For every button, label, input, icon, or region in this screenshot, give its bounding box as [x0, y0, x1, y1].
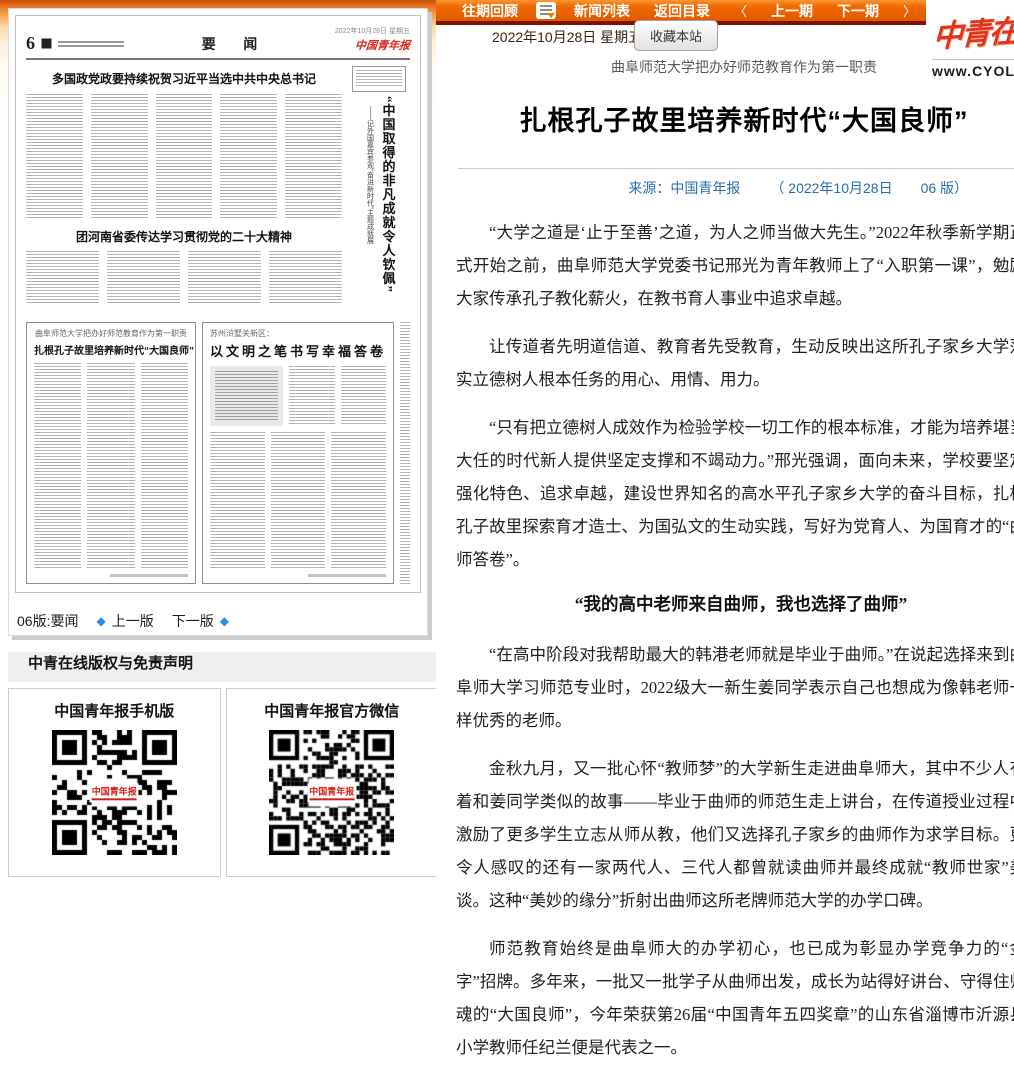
- article-source: 来源：中国青年报: [628, 178, 740, 198]
- newspaper-page-image[interactable]: 6 要 闻 2022年10月28日 星期五 中国青年报 多国政党政要持续祝贺习近…: [15, 15, 421, 593]
- paper-section-title: 要 闻: [190, 34, 270, 54]
- paper-article-box-1: 曲阜师范大学把办好师范教育作为第一职责 扎根孔子故里培养新时代“大国良师”: [26, 322, 196, 584]
- box1-kicker: 曲阜师范大学把办好师范教育作为第一职责: [34, 329, 188, 339]
- faux-text-column: [87, 363, 134, 569]
- prev-page-link[interactable]: ◆ 上一版: [96, 611, 153, 631]
- prev-diamond-icon: ◆: [96, 614, 105, 628]
- box2-quote-box: [210, 366, 283, 426]
- faux-text-column: [220, 94, 277, 220]
- paper-article1-columns: [26, 94, 342, 220]
- paper-article2-columns: [26, 251, 342, 303]
- qr-center-logo: 中国青年报: [90, 783, 139, 802]
- box2-headline: 以文明之笔书写幸福答卷: [210, 341, 386, 360]
- article-paragraph: 师范教育始终是曲阜师大的办学初心，也已成为彰显办学竞争力的“金字”招牌。多年来，…: [456, 932, 1014, 1064]
- site-logo-url: www.CYOL.com: [932, 59, 1014, 79]
- qr-wechat-title: 中国青年报官方微信: [227, 700, 438, 721]
- faux-text-column: [285, 94, 342, 220]
- paper-vertical-article: “中国取得的非凡成就令人钦佩” ——记外国嘉宾参观“奋进新时代”主题成就展: [348, 64, 410, 314]
- paper-page-number: 6: [26, 33, 35, 54]
- faux-text-column: [26, 251, 99, 303]
- site-logo-text: 中青在线: [925, 3, 1014, 56]
- box2-kicker: 苏州浒墅关新区：: [210, 329, 386, 339]
- nav-item-news-list[interactable]: 新闻列表: [574, 1, 630, 21]
- faux-text-column: [26, 94, 83, 220]
- faux-text-column: [331, 432, 386, 569]
- article-subheading: “我的高中老师来自曲师，我也选择了曲师”: [456, 591, 1014, 616]
- article-paragraph: “只有把立德树人成效作为检验学校一切工作的根本标准，才能为培养堪当大任的时代新人…: [456, 411, 1014, 576]
- newspaper-page-container: 6 要 闻 2022年10月28日 星期五 中国青年报 多国政党政要持续祝贺习近…: [8, 8, 428, 636]
- paper-article-box-2: 苏州浒墅关新区： 以文明之笔书写幸福答卷: [202, 322, 394, 584]
- article-source-row: 来源：中国青年报 （ 2022年10月28日 06 版）: [458, 168, 1014, 198]
- masthead-info-lines: [58, 39, 124, 49]
- faux-text-column: [141, 363, 188, 569]
- paper-masthead-row: 6 要 闻 2022年10月28日 星期五 中国青年报: [26, 24, 410, 60]
- paper-footer-page-label: 06版:要闻: [17, 611, 78, 631]
- prev-issue-arrow-icon: 〈: [734, 1, 747, 20]
- box1-headline: 扎根孔子故里培养新时代“大国良师”: [34, 342, 188, 357]
- nav-item-next-issue[interactable]: 下一期: [837, 1, 879, 21]
- faux-text-column: [188, 251, 261, 303]
- paper-date-line: 2022年10月28日 星期五: [335, 26, 410, 36]
- nav-item-past-issues[interactable]: 往期回顾: [462, 1, 518, 21]
- qr-box-mobile: 中国青年报手机版 中国青年报: [8, 688, 221, 877]
- vertical-article-kicker-box: [352, 66, 406, 92]
- faux-text-column: [271, 432, 326, 569]
- paper-masthead-logo: 中国青年报: [354, 37, 411, 53]
- masthead-seal-icon: [40, 37, 53, 50]
- article-paragraph: 让传道者先明道信道、教育者先受教育，生动反映出这所孔子家乡大学落实立德树人根本任…: [456, 330, 1014, 396]
- article-area: 曲阜师范大学把办好师范教育作为第一职责 扎根孔子故里培养新时代“大国良师” 来源…: [436, 25, 1014, 1079]
- paper-vertical-headline: “中国取得的非凡成就令人钦佩”: [381, 96, 396, 293]
- nav-item-back-to-contents[interactable]: 返回目录: [654, 1, 710, 21]
- nav-item-prev-issue[interactable]: 上一期: [771, 1, 813, 21]
- article-title: 扎根孔子故里培养新时代“大国良师”: [436, 99, 1014, 138]
- faux-text-column: [400, 322, 410, 584]
- copyright-heading: 中青在线版权与免责声明: [8, 652, 438, 682]
- qr-mobile-title: 中国青年报手机版: [9, 700, 220, 721]
- faux-text-column: [34, 363, 81, 569]
- faux-text-column: [341, 366, 386, 426]
- article-paragraph: “在高中阶段对我帮助最大的韩港老师就是毕业于曲师。”在说起选择来到曲阜师大学习师…: [456, 638, 1014, 737]
- qr-center-logo: 中国青年报: [307, 783, 356, 802]
- article-paragraph: 金秋九月，又一批心怀“教师梦”的大学新生走进曲阜师大，其中不少人有着和姜同学类似…: [456, 752, 1014, 917]
- paper-headline-2: 团河南省委传达学习贯彻党的二十大精神: [26, 228, 342, 245]
- faux-text-column: [91, 94, 148, 220]
- next-issue-arrow-icon: 〉: [903, 1, 916, 20]
- faux-text-column: [156, 94, 213, 220]
- article-paragraph: “大学之道是‘止于至善’之道，为人之师当做大先生。”2022年秋季新学期正式开始…: [456, 216, 1014, 315]
- next-page-link[interactable]: 下一版 ◆: [172, 611, 229, 631]
- bookmark-site-button[interactable]: 收藏本站: [634, 20, 718, 51]
- newspaper-preview-panel: 6 要 闻 2022年10月28日 星期五 中国青年报 多国政党政要持续祝贺习近…: [0, 0, 436, 906]
- faux-text-column: [210, 432, 265, 569]
- faux-text-column: [107, 251, 180, 303]
- faux-text-column: [269, 251, 342, 303]
- next-diamond-icon: ◆: [220, 614, 229, 628]
- site-logo[interactable]: 中青在线 www.CYOL.com: [926, 0, 1014, 88]
- paper-vertical-subtitle: ——记外国嘉宾参观“奋进新时代”主题成就展: [367, 106, 374, 244]
- article-body: “大学之道是‘止于至善’之道，为人之师当做大先生。”2022年秋季新学期正式开始…: [436, 206, 1014, 1064]
- qr-box-wechat: 中国青年报官方微信 中国青年报: [226, 688, 439, 877]
- box1-byline: [110, 574, 188, 577]
- faux-text-column: [289, 366, 334, 426]
- box2-byline: [308, 574, 386, 577]
- header-date: 2022年10月28日 星期五: [492, 27, 642, 47]
- paper-headline-1: 多国政党政要持续祝贺习近平当选中共中央总书记: [26, 70, 342, 87]
- article-issue-info: （ 2022年10月28日 06 版）: [770, 178, 968, 198]
- issue-list-icon[interactable]: [536, 2, 556, 19]
